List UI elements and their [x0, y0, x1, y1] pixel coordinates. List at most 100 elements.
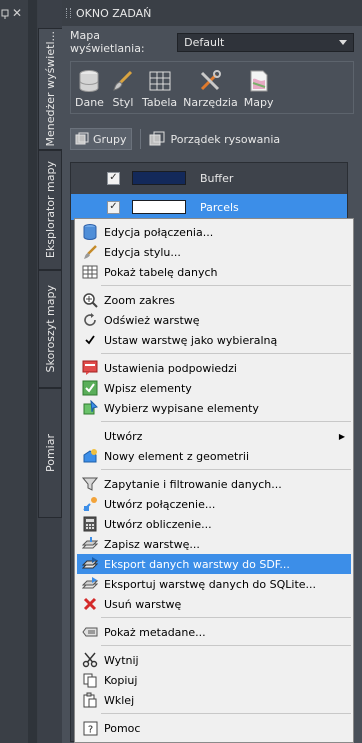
- menu-item-edit-style[interactable]: Edycja stylu...: [77, 242, 351, 262]
- menu-item-label: Utwórz połączenie...: [104, 497, 216, 511]
- map-icon: [250, 70, 268, 92]
- layer-visibility-checkbox[interactable]: ✓: [107, 171, 120, 185]
- menu-item-label: Wpisz elementy: [104, 381, 192, 395]
- grip-icon[interactable]: [66, 8, 72, 18]
- layer-style-swatch: [132, 200, 186, 214]
- menu-item-export-sqlite[interactable]: Eksportuj warstwę danych do SQLite...: [77, 574, 351, 594]
- chevron-right-icon: ▶: [338, 431, 345, 441]
- tab-gutter: [28, 0, 37, 743]
- menu-item-copy[interactable]: Kopiuj: [77, 670, 351, 690]
- menu-item-label: Nowy element z geometrii: [104, 449, 249, 463]
- menu-item-create-calculation[interactable]: Utwórz obliczenie...: [77, 514, 351, 534]
- menu-item-query-filter[interactable]: Zapytanie i filtrowanie danych...: [77, 474, 351, 494]
- task-pane-titlebar[interactable]: OKNO ZADAŃ: [62, 0, 362, 26]
- tools-button[interactable]: Narzędzia: [183, 68, 238, 109]
- menu-item-label: Eksportuj warstwę danych do SQLite...: [104, 577, 317, 591]
- menu-item-paste[interactable]: Wklej: [77, 690, 351, 710]
- menu-item-show-data-table[interactable]: Pokaż tabelę danych: [77, 262, 351, 282]
- groups-icon: [75, 132, 89, 145]
- menu-separator: [101, 645, 351, 646]
- menu-item-label: Zoom zakres: [104, 293, 175, 307]
- tab-map-explorer-label: Eksplorator mapy: [43, 161, 57, 259]
- layer-name: Parcels: [200, 200, 239, 214]
- page-title: OKNO ZADAŃ: [76, 6, 152, 20]
- database-icon: [83, 224, 97, 240]
- menu-item-create[interactable]: Utwórz ▶: [77, 426, 351, 446]
- menu-item-label: Ustaw warstwę jako wybieralną: [104, 333, 278, 347]
- menu-item-help[interactable]: ? Pomoc: [77, 718, 351, 738]
- menu-item-label: Edycja połączenia...: [104, 225, 214, 239]
- filter-icon: [82, 477, 98, 491]
- menu-item-set-selectable[interactable]: Ustaw warstwę jako wybieralną: [77, 330, 351, 350]
- new-feature-icon: [83, 449, 97, 463]
- check-features-icon: [82, 380, 98, 396]
- layer-row-buffer[interactable]: ✓ Buffer: [71, 165, 347, 191]
- group-bar: Grupy Porządek rysowania: [70, 128, 354, 150]
- menu-item-label: Edycja stylu...: [104, 245, 181, 259]
- menu-item-zoom-extent[interactable]: Zoom zakres: [77, 290, 351, 310]
- svg-text:?: ?: [87, 724, 92, 735]
- style-button[interactable]: Styl: [110, 68, 136, 109]
- copy-icon: [83, 673, 97, 688]
- tools-icon: [201, 70, 222, 91]
- calculator-icon: [83, 516, 97, 532]
- menu-item-export-sdf[interactable]: Eksport danych warstwy do SDF...: [77, 554, 351, 574]
- draw-order-button[interactable]: Porządek rysowania: [149, 131, 281, 147]
- menu-item-save-layer[interactable]: Zapisz warstwę...: [77, 534, 351, 554]
- tab-display-manager-label: Menedżer wyświetl...: [44, 31, 57, 147]
- save-layer-icon: [82, 537, 98, 549]
- menu-item-remove-layer[interactable]: Usuń warstwę: [77, 594, 351, 614]
- tab-map-explorer[interactable]: Eksplorator mapy: [38, 150, 62, 270]
- tooltip-settings-icon: [82, 360, 98, 375]
- divider: [139, 129, 141, 149]
- menu-item-label: Ustawienia podpowiedzi: [104, 361, 237, 375]
- database-icon: [79, 70, 99, 92]
- menu-item-label: Zapisz warstwę...: [104, 537, 200, 551]
- data-button[interactable]: Dane: [75, 68, 104, 109]
- style-button-label: Styl: [112, 96, 134, 109]
- menu-item-refresh-layer[interactable]: Odśwież warstwę: [77, 310, 351, 330]
- paste-icon: [83, 692, 97, 708]
- export-sdf-icon: [82, 557, 98, 569]
- menu-separator: [101, 713, 351, 714]
- menu-item-label: Wytnij: [104, 653, 139, 667]
- tab-map-book[interactable]: Skoroszyt mapy: [38, 270, 62, 388]
- checkmark-icon: [85, 335, 95, 345]
- menu-item-create-join[interactable]: Utwórz połączenie...: [77, 494, 351, 514]
- menu-item-show-metadata[interactable]: Pokaż metadane...: [77, 622, 351, 642]
- submenu-icon: [81, 427, 99, 445]
- layer-name: Buffer: [200, 171, 234, 185]
- layer-row-parcels[interactable]: ✓ Parcels: [71, 194, 347, 220]
- map-selector-row: Mapa wyświetlania: Default: [70, 29, 354, 55]
- table-button[interactable]: Tabela: [142, 68, 177, 109]
- maps-button-label: Mapy: [243, 96, 274, 109]
- select-features-icon: [83, 400, 98, 415]
- layer-context-menu: Edycja połączenia... Edycja stylu... Pok…: [74, 218, 354, 743]
- zoom-icon: [83, 293, 98, 308]
- tab-display-manager[interactable]: Menedżer wyświetl...: [38, 28, 62, 150]
- map-select-value: Default: [184, 35, 225, 49]
- layer-style-swatch: [132, 171, 186, 185]
- menu-item-edit-connection[interactable]: Edycja połączenia...: [77, 222, 351, 242]
- maps-button[interactable]: Mapy: [243, 68, 274, 109]
- tab-survey[interactable]: Pomiar: [38, 388, 62, 518]
- menu-item-cut[interactable]: Wytnij: [77, 650, 351, 670]
- layer-visibility-checkbox[interactable]: ✓: [107, 200, 120, 214]
- menu-item-check-in-features[interactable]: Wpisz elementy: [77, 378, 351, 398]
- menu-item-label: Eksport danych warstwy do SDF...: [104, 557, 290, 571]
- menu-item-tooltip-settings[interactable]: Ustawienia podpowiedzi: [77, 358, 351, 378]
- groups-button[interactable]: Grupy: [70, 128, 132, 150]
- draw-order-label: Porządek rysowania: [170, 132, 281, 146]
- table-icon: [82, 265, 98, 279]
- pin-icon[interactable]: [1, 9, 11, 19]
- menu-item-select-checked-out[interactable]: Wybierz wypisane elementy: [77, 398, 351, 418]
- help-icon: ?: [83, 721, 97, 735]
- brush-icon: [84, 245, 97, 259]
- menu-item-label: Pokaż metadane...: [104, 625, 206, 639]
- map-select[interactable]: Default: [177, 32, 354, 52]
- close-icon[interactable]: ✕: [12, 6, 22, 20]
- table-button-label: Tabela: [141, 96, 178, 109]
- menu-item-new-feature-from-geometry[interactable]: Nowy element z geometrii: [77, 446, 351, 466]
- metadata-icon: [82, 627, 98, 637]
- export-sqlite-icon: [82, 577, 98, 589]
